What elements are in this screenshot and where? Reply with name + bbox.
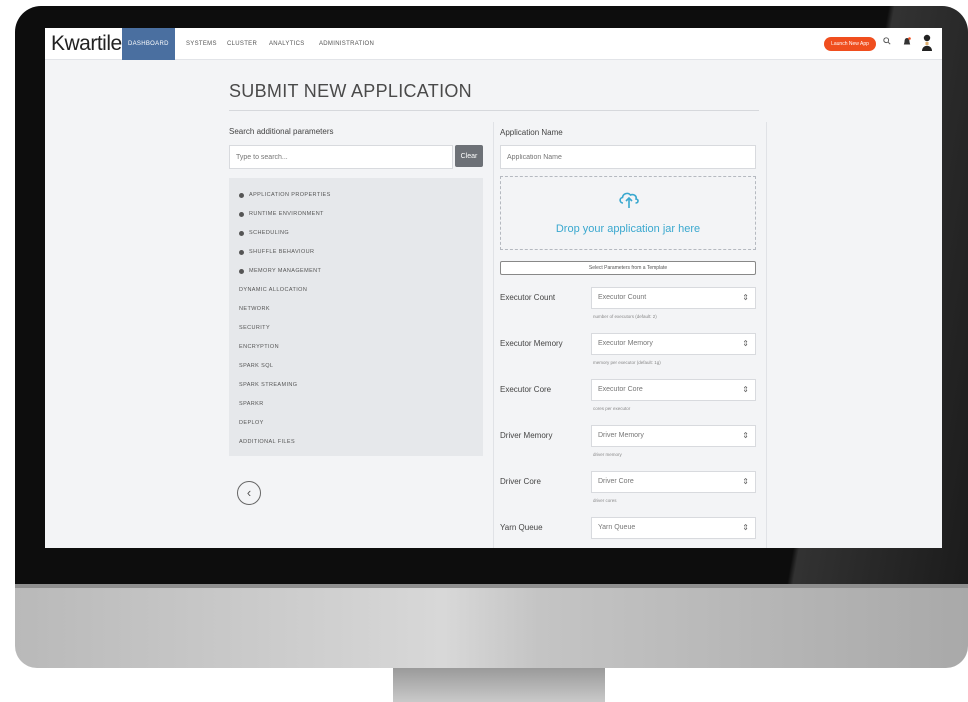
dropzone-text: Drop your application jar here bbox=[555, 223, 701, 235]
field-placeholder: Executor Memory bbox=[598, 340, 653, 347]
param-scheduling[interactable]: SCHEDULING bbox=[229, 224, 483, 243]
search-icon[interactable] bbox=[883, 37, 891, 48]
yarn-queue-input[interactable]: Yarn Queue ⇕ bbox=[591, 517, 756, 539]
clear-search-button[interactable]: Clear bbox=[455, 145, 483, 167]
select-template-button[interactable]: Select Parameters from a Template bbox=[500, 261, 756, 275]
parameter-category-list: APPLICATION PROPERTIES RUNTIME ENVIRONME… bbox=[229, 178, 483, 456]
cloud-upload-icon bbox=[619, 192, 639, 208]
param-spark-sql[interactable]: SPARK SQL bbox=[229, 357, 483, 376]
monitor-chin bbox=[15, 584, 968, 668]
field-placeholder: Driver Memory bbox=[598, 432, 644, 439]
param-encryption[interactable]: ENCRYPTION bbox=[229, 338, 483, 357]
yarn-queue-label: Yarn Queue bbox=[500, 523, 543, 532]
executor-memory-hint: memory per executor (default: 1g) bbox=[593, 360, 661, 365]
nav-analytics[interactable]: ANALYTICS bbox=[269, 28, 305, 60]
app-logo[interactable]: Kwartile bbox=[51, 32, 122, 56]
back-chevron-icon[interactable]: ‹ bbox=[237, 481, 261, 505]
nav-cluster[interactable]: CLUSTER bbox=[227, 28, 257, 60]
search-parameters-label: Search additional parameters bbox=[229, 127, 334, 136]
param-shuffle-behaviour[interactable]: SHUFFLE BEHAVIOUR bbox=[229, 243, 483, 262]
stepper-icon[interactable]: ⇕ bbox=[742, 472, 749, 492]
param-runtime-environment[interactable]: RUNTIME ENVIRONMENT bbox=[229, 205, 483, 224]
application-name-label: Application Name bbox=[500, 128, 563, 137]
param-application-properties[interactable]: APPLICATION PROPERTIES bbox=[229, 186, 483, 205]
executor-count-hint: number of executors (default: 2) bbox=[593, 314, 657, 319]
driver-core-input[interactable]: Driver Core ⇕ bbox=[591, 471, 756, 493]
expand-icon bbox=[239, 212, 244, 217]
stepper-icon[interactable]: ⇕ bbox=[742, 334, 749, 354]
expand-icon bbox=[239, 269, 244, 274]
field-placeholder: Executor Core bbox=[598, 386, 643, 393]
param-dynamic-allocation[interactable]: DYNAMIC ALLOCATION bbox=[229, 281, 483, 300]
stepper-icon[interactable]: ⇕ bbox=[742, 288, 749, 308]
driver-core-hint: driver cores bbox=[593, 498, 617, 503]
param-additional-files[interactable]: ADDITIONAL FILES bbox=[229, 433, 483, 452]
notification-icon[interactable] bbox=[903, 37, 911, 50]
param-network[interactable]: NETWORK bbox=[229, 300, 483, 319]
app-screen: Kwartile DASHBOARD SYSTEMS CLUSTER ANALY… bbox=[45, 28, 942, 548]
top-navigation: Kwartile DASHBOARD SYSTEMS CLUSTER ANALY… bbox=[45, 28, 942, 60]
driver-core-label: Driver Core bbox=[500, 477, 541, 486]
parameter-search-input[interactable] bbox=[229, 145, 453, 169]
field-placeholder: Executor Count bbox=[598, 294, 647, 301]
expand-icon bbox=[239, 231, 244, 236]
application-name-input[interactable] bbox=[500, 145, 756, 169]
user-avatar-icon[interactable] bbox=[921, 34, 933, 55]
driver-memory-label: Driver Memory bbox=[500, 431, 553, 440]
param-security[interactable]: SECURITY bbox=[229, 319, 483, 338]
param-label: RUNTIME ENVIRONMENT bbox=[249, 211, 324, 217]
executor-count-label: Executor Count bbox=[500, 293, 556, 302]
stepper-icon[interactable]: ⇕ bbox=[742, 380, 749, 400]
stepper-icon[interactable]: ⇕ bbox=[742, 518, 749, 538]
param-label: SHUFFLE BEHAVIOUR bbox=[249, 249, 315, 255]
nav-administration[interactable]: ADMINISTRATION bbox=[319, 28, 374, 60]
executor-core-hint: cores per executor bbox=[593, 406, 631, 411]
nav-systems[interactable]: SYSTEMS bbox=[186, 28, 217, 60]
monitor-frame: Kwartile DASHBOARD SYSTEMS CLUSTER ANALY… bbox=[15, 6, 968, 702]
launch-new-app-button[interactable]: Launch New App bbox=[824, 37, 876, 51]
param-sparkr[interactable]: SPARKR bbox=[229, 395, 483, 414]
driver-memory-hint: driver memory bbox=[593, 452, 622, 457]
field-placeholder: Yarn Queue bbox=[598, 524, 636, 531]
monitor-stand bbox=[393, 668, 605, 702]
param-memory-management[interactable]: MEMORY MANAGEMENT bbox=[229, 262, 483, 281]
executor-core-label: Executor Core bbox=[500, 385, 552, 394]
param-spark-streaming[interactable]: SPARK STREAMING bbox=[229, 376, 483, 395]
executor-memory-input[interactable]: Executor Memory ⇕ bbox=[591, 333, 756, 355]
expand-icon bbox=[239, 250, 244, 255]
executor-count-input[interactable]: Executor Count ⇕ bbox=[591, 287, 756, 309]
param-deploy[interactable]: DEPLOY bbox=[229, 414, 483, 433]
expand-icon bbox=[239, 193, 244, 198]
executor-core-input[interactable]: Executor Core ⇕ bbox=[591, 379, 756, 401]
param-label: MEMORY MANAGEMENT bbox=[249, 268, 322, 274]
jar-dropzone[interactable]: Drop your application jar here bbox=[500, 176, 756, 250]
monitor-bezel: Kwartile DASHBOARD SYSTEMS CLUSTER ANALY… bbox=[15, 6, 968, 584]
param-label: APPLICATION PROPERTIES bbox=[249, 192, 331, 198]
title-divider bbox=[229, 110, 759, 111]
page-title: SUBMIT NEW APPLICATION bbox=[229, 81, 472, 101]
driver-memory-input[interactable]: Driver Memory ⇕ bbox=[591, 425, 756, 447]
executor-memory-label: Executor Memory bbox=[500, 339, 563, 348]
field-placeholder: Driver Core bbox=[598, 478, 634, 485]
param-label: SCHEDULING bbox=[249, 230, 290, 236]
stepper-icon[interactable]: ⇕ bbox=[742, 426, 749, 446]
nav-dashboard[interactable]: DASHBOARD bbox=[122, 28, 175, 60]
